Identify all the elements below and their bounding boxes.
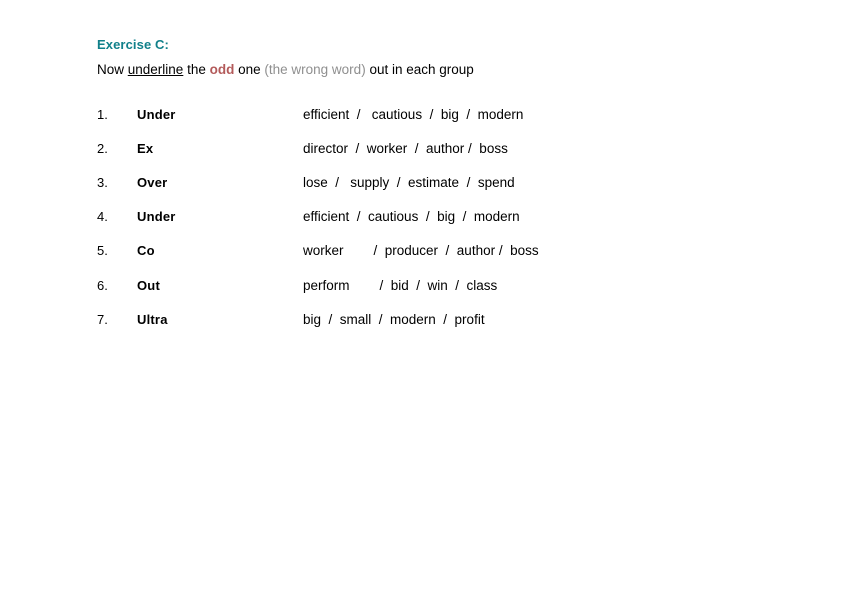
row-number: 2. [97, 141, 108, 156]
row-prefix: Ultra [137, 312, 168, 327]
row-prefix: Under [137, 209, 176, 224]
instruction-odd-word: odd [209, 62, 235, 77]
worksheet-page: Exercise C: Now underline the odd one (t… [0, 0, 842, 595]
row-options: worker / producer / author / boss [303, 243, 539, 258]
exercise-row: 2. Ex director / worker / author / boss [97, 141, 817, 161]
instruction-line: Now underline the odd one (the wrong wor… [97, 62, 474, 77]
row-prefix: Over [137, 175, 168, 190]
row-options: big / small / modern / profit [303, 312, 485, 327]
row-prefix: Ex [137, 141, 154, 156]
row-number: 5. [97, 243, 108, 258]
row-number: 7. [97, 312, 108, 327]
row-prefix: Under [137, 107, 176, 122]
instruction-tail: out in each group [365, 62, 474, 77]
instruction-post: one [234, 62, 265, 77]
exercise-row: 6. Out perform / bid / win / class [97, 278, 817, 298]
exercise-row: 1. Under efficient / cautious / big / mo… [97, 107, 817, 127]
row-prefix: Out [137, 278, 160, 293]
row-options: efficient / cautious / big / modern [303, 107, 524, 122]
instruction-paren-text: the wrong word [268, 62, 362, 77]
page-title: Exercise C: [97, 37, 169, 52]
row-number: 3. [97, 175, 108, 190]
row-options: efficient / cautious / big / modern [303, 209, 520, 224]
instruction-lead: Now [97, 62, 128, 77]
exercise-row: 3. Over lose / supply / estimate / spend [97, 175, 817, 195]
row-prefix: Co [137, 243, 155, 258]
row-options: perform / bid / win / class [303, 278, 498, 293]
row-options: director / worker / author / boss [303, 141, 508, 156]
instruction-mid: the [183, 62, 210, 77]
row-number: 1. [97, 107, 108, 122]
row-number: 4. [97, 209, 108, 224]
exercise-row: 7. Ultra big / small / modern / profit [97, 312, 817, 332]
exercise-row: 5. Co worker / producer / author / boss [97, 243, 817, 263]
row-number: 6. [97, 278, 108, 293]
exercise-row: 4. Under efficient / cautious / big / mo… [97, 209, 817, 229]
row-options: lose / supply / estimate / spend [303, 175, 515, 190]
instruction-underlined-word: underline [127, 62, 184, 77]
